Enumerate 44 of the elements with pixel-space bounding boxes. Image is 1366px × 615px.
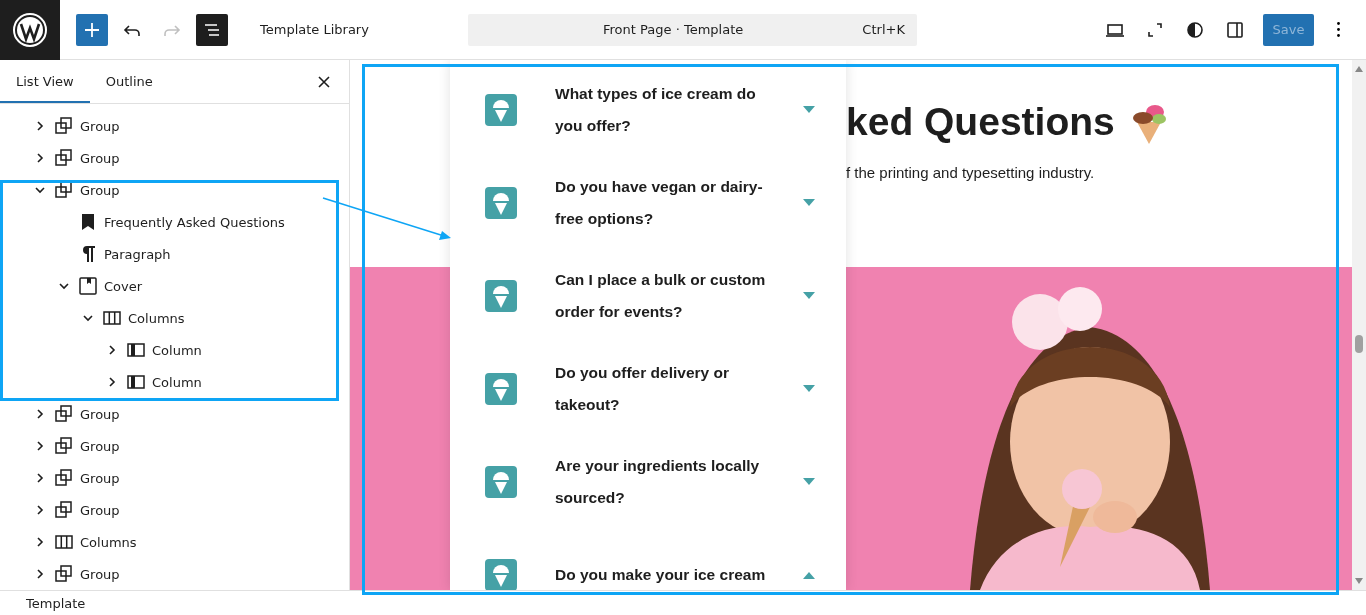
list-view-button[interactable] [196, 13, 228, 46]
tree-item[interactable]: Group [0, 142, 349, 174]
scroll-down-icon[interactable] [1355, 578, 1363, 584]
faq-item[interactable]: Do you have vegan or dairy-free options? [450, 156, 846, 249]
shortcut-label: Ctrl+K [862, 22, 905, 37]
faq-item[interactable]: Can I place a bulk or custom order for events? [450, 249, 846, 342]
tree-item[interactable]: Group [0, 430, 349, 462]
tree-item[interactable]: Group [0, 174, 349, 206]
wordpress-logo[interactable] [0, 0, 60, 60]
tree-item[interactable]: Cover [0, 270, 349, 302]
ice-cream-icon [485, 372, 517, 405]
tree-item[interactable]: Column [0, 334, 349, 366]
template-library-title: Template Library [260, 22, 369, 37]
tree-item[interactable]: Columns [0, 526, 349, 558]
wordpress-icon [12, 11, 48, 48]
tree-item[interactable]: Column [0, 366, 349, 398]
breadcrumb-link[interactable]: Template [26, 595, 86, 611]
intro-paragraph: f the printing and typesetting industry. [846, 164, 1096, 181]
more-options-icon [1336, 22, 1340, 37]
panel-tab[interactable]: Outline [89, 60, 169, 103]
ice-cream-icon [485, 279, 517, 312]
tree-item[interactable]: Group [0, 462, 349, 494]
tree-item[interactable]: Group [0, 398, 349, 430]
faq-item[interactable]: What types of ice cream do you offer? [450, 63, 846, 156]
tree-item[interactable]: Frequently Asked Questions [0, 206, 349, 238]
faq-heading: ked Questions [846, 100, 1115, 144]
scroll-thumb[interactable] [1355, 335, 1363, 353]
ice-cream-icon [485, 186, 517, 219]
faq-item[interactable]: Are your ingredients locally sourced? [450, 435, 846, 528]
faq-item[interactable]: Do you make your ice cream [450, 528, 846, 590]
scroll-up-icon[interactable] [1355, 66, 1363, 72]
tree-item[interactable]: Columns [0, 302, 349, 334]
tree-item[interactable]: Group [0, 110, 349, 142]
scrollbar[interactable] [1352, 60, 1366, 590]
panel-tab[interactable]: List View [0, 60, 90, 103]
cover-icon [76, 274, 100, 298]
add-block-button[interactable] [76, 13, 108, 46]
tree-item[interactable]: Paragraph [0, 238, 349, 270]
command-bar[interactable]: Front Page · Template Ctrl+K [467, 13, 917, 46]
tree-item[interactable]: Group [0, 494, 349, 526]
tree-item[interactable]: Group [0, 558, 349, 590]
ice-cream-icon [485, 93, 517, 126]
ice-cream-icon [485, 465, 517, 498]
faq-item[interactable]: Do you offer delivery or takeout? [450, 342, 846, 435]
